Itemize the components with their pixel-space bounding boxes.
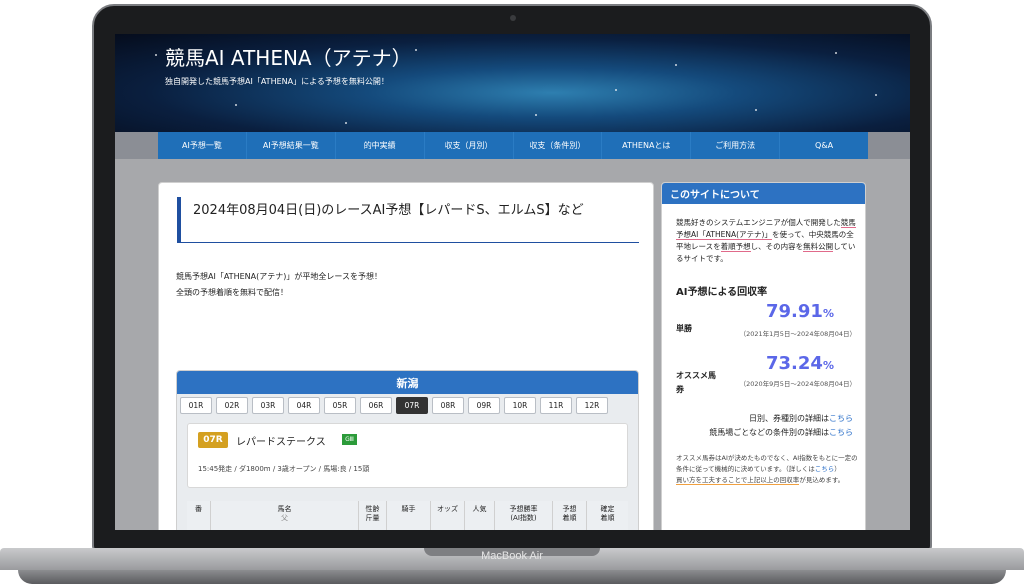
camera-icon [510, 15, 516, 21]
post-intro: 競馬予想AI「ATHENA(アテナ)」が平地全レースを予想！ 全頭の予想着順を無… [176, 269, 382, 301]
race-tabs: 01R 02R 03R 04R 05R 06R 07R 08R 09R 10R … [180, 397, 608, 414]
note-link[interactable]: こちら [815, 465, 835, 473]
race-tab-08r[interactable]: 08R [432, 397, 464, 414]
race-tab-11r[interactable]: 11R [540, 397, 572, 414]
site-subtitle: 独自開発した競馬予想AI「ATHENA」による予想を無料公開！ [165, 77, 389, 86]
race-tab-03r[interactable]: 03R [252, 397, 284, 414]
th-ban: 番 [187, 501, 211, 530]
nav-about-athena[interactable]: ATHENAとは [602, 132, 692, 159]
nav-hit-record[interactable]: 的中実績 [336, 132, 425, 159]
venue-header: 新潟 [177, 371, 638, 394]
th-popularity: 人気 [465, 501, 495, 530]
osusume-rate: 73.24% [766, 353, 834, 374]
intro-line-1: 競馬予想AI「ATHENA(アテナ)」が平地全レースを予想！ [176, 272, 382, 281]
tansho-period: （2021年1月5日～2024年08月04日） [739, 330, 856, 338]
sidebar-heading: このサイトについて [662, 183, 865, 204]
detail-daily: 日別、券種別の詳細はこちら [749, 414, 853, 423]
race-tab-02r[interactable]: 02R [216, 397, 248, 414]
laptop-mockup: 競馬AI ATHENA（アテナ） 独自開発した競馬予想AI「ATHENA」による… [0, 0, 1024, 588]
race-tab-05r[interactable]: 05R [324, 397, 356, 414]
race-name: レパードステークス [236, 437, 326, 448]
about-text: 競馬好きのシステムエンジニアが個人で開発した競馬予想AI「ATHENA(アテナ)… [676, 218, 856, 263]
nav-side-left [115, 132, 158, 159]
th-sex-age: 性齢 斤量 [359, 501, 387, 530]
osusume-note: オススメ馬券はAIが決めたものでなく、AI指数をもとに一定の条件に従って機械的に… [676, 454, 858, 485]
race-number-badge: 07R [198, 432, 228, 448]
race-tab-04r[interactable]: 04R [288, 397, 320, 414]
race-tab-12r[interactable]: 12R [576, 397, 608, 414]
th-final-rank: 確定 着順 [587, 501, 628, 530]
tansho-label: 単勝 [676, 324, 692, 333]
detail-condition-link[interactable]: こちら [829, 428, 853, 437]
main-content: 2024年08月04日(日)のレースAI予想【レパードS、エルムS】など 競馬予… [158, 182, 654, 530]
nav-side-right [868, 132, 910, 159]
detail-condition: 競馬場ごとなどの条件別の詳細はこちら [709, 428, 853, 437]
sidebar: このサイトについて 競馬好きのシステムエンジニアが個人で開発した競馬予想AI「A… [661, 182, 866, 530]
intro-line-2: 全頭の予想着順を無料で配信！ [176, 288, 288, 297]
browser-screen: 競馬AI ATHENA（アテナ） 独自開発した競馬予想AI「ATHENA」による… [115, 34, 910, 530]
site-header: 競馬AI ATHENA（アテナ） 独自開発した競馬予想AI「ATHENA」による… [115, 34, 910, 132]
nav-qa[interactable]: Q&A [780, 132, 868, 159]
nav-usage[interactable]: ご利用方法 [691, 132, 781, 159]
th-jockey: 騎手 [387, 501, 431, 530]
th-horse: 馬名父 [211, 501, 359, 530]
race-panel: 新潟 01R 02R 03R 04R 05R 06R 07R 08R 09R 1… [176, 370, 639, 530]
race-tab-09r[interactable]: 09R [468, 397, 500, 414]
th-pred-rank: 予想 着順 [553, 501, 587, 530]
nav-ai-predictions[interactable]: AI予想一覧 [158, 132, 247, 159]
device-label: MacBook Air [481, 550, 543, 562]
site-title[interactable]: 競馬AI ATHENA（アテナ） [165, 42, 412, 71]
osusume-period: （2020年9月5日～2024年08月04日） [739, 380, 856, 388]
th-win-rate: 予想勝率 (AI指数) [495, 501, 553, 530]
return-rate-heading: AI予想による回収率 [676, 287, 768, 298]
grade-badge: GⅢ [342, 434, 357, 445]
tansho-rate: 79.91% [766, 301, 834, 322]
race-tab-10r[interactable]: 10R [504, 397, 536, 414]
osusume-label: オススメ馬券 [676, 371, 716, 394]
nav-ai-results[interactable]: AI予想結果一覧 [247, 132, 336, 159]
main-nav: AI予想一覧 AI予想結果一覧 的中実績 収支（月別） 収支（条件別） ATHE… [158, 132, 868, 159]
post-title: 2024年08月04日(日)のレースAI予想【レパードS、エルムS】など [177, 197, 639, 243]
nav-monthly-balance[interactable]: 収支（月別） [425, 132, 514, 159]
race-table-header: 番 馬名父 性齢 斤量 騎手 オッズ 人気 予想勝率 (AI指数) 予想 着順 確定着… [187, 501, 628, 530]
race-tab-01r[interactable]: 01R [180, 397, 212, 414]
detail-daily-link[interactable]: こちら [829, 414, 853, 423]
race-info: 15:45発走 / ダ1800m / 3歳オープン / 馬場:良 / 15頭 [198, 465, 370, 473]
race-card: 07R レパードステークス GⅢ 15:45発走 / ダ1800m / 3歳オー… [187, 423, 628, 488]
th-odds: オッズ [431, 501, 465, 530]
race-tab-07r[interactable]: 07R [396, 397, 428, 414]
race-tab-06r[interactable]: 06R [360, 397, 392, 414]
nav-condition-balance[interactable]: 収支（条件別） [514, 132, 603, 159]
